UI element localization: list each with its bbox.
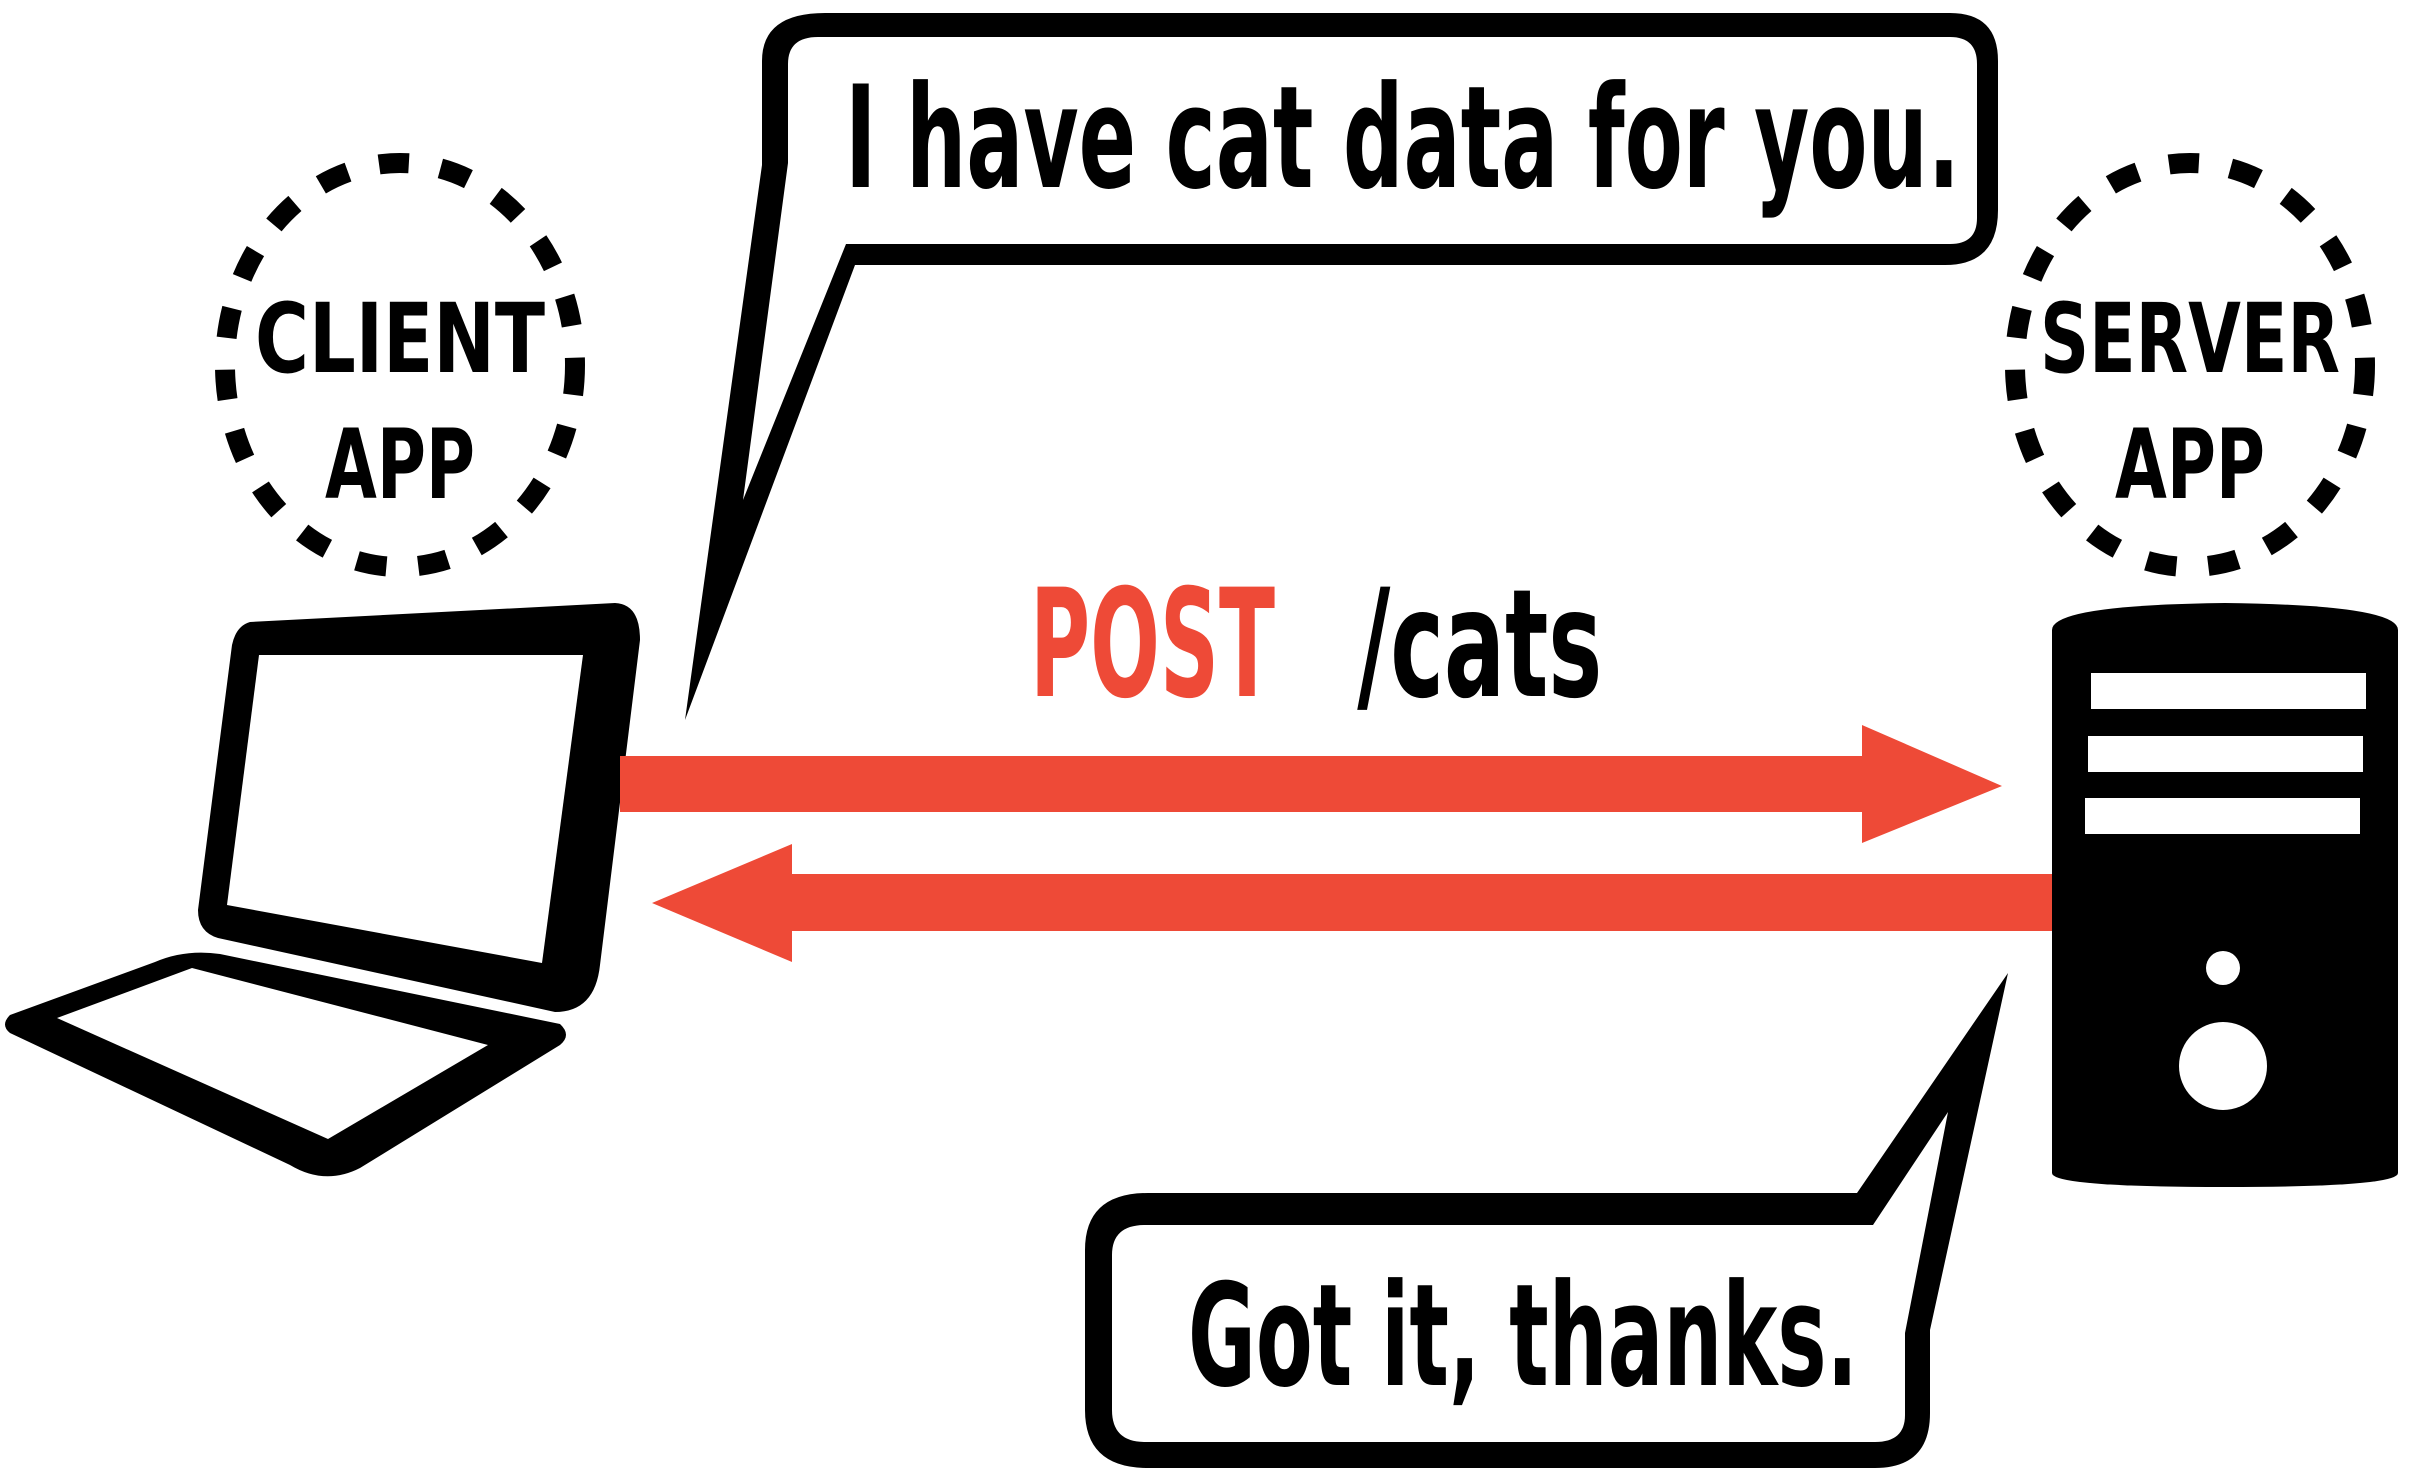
server-drive-bay-3 xyxy=(2085,798,2360,834)
server-led xyxy=(2206,951,2240,985)
request-method: POST xyxy=(1030,558,1275,732)
request-path: /cats xyxy=(1357,558,1602,732)
server-message-text: Got it, thanks. xyxy=(1188,1254,1858,1419)
client-label-line2: APP xyxy=(325,409,475,521)
server-label-line2: APP xyxy=(2115,409,2265,521)
client-server-diagram: CLIENT APP SERVER APP POST /cats I have … xyxy=(5,13,2398,1468)
client-message-text: I have cat data for you. xyxy=(845,56,1960,221)
client-label-line1: CLIENT xyxy=(255,283,545,395)
server-power-button xyxy=(2179,1022,2267,1110)
server-speech-bubble: Got it, thanks. xyxy=(1085,973,2008,1468)
response-arrow xyxy=(652,844,2052,962)
server-app-badge: SERVER APP xyxy=(2005,153,2375,577)
laptop-icon xyxy=(5,603,640,1177)
server-drive-bay-2 xyxy=(2088,736,2363,772)
server-drive-bay-1 xyxy=(2091,673,2366,709)
request-arrow xyxy=(620,725,2002,843)
server-tower-icon xyxy=(2052,603,2398,1187)
request-label: POST /cats xyxy=(1030,558,1602,732)
client-speech-bubble: I have cat data for you. xyxy=(685,13,1998,720)
server-label-line1: SERVER xyxy=(2040,283,2340,395)
client-app-badge: CLIENT APP xyxy=(215,153,585,577)
